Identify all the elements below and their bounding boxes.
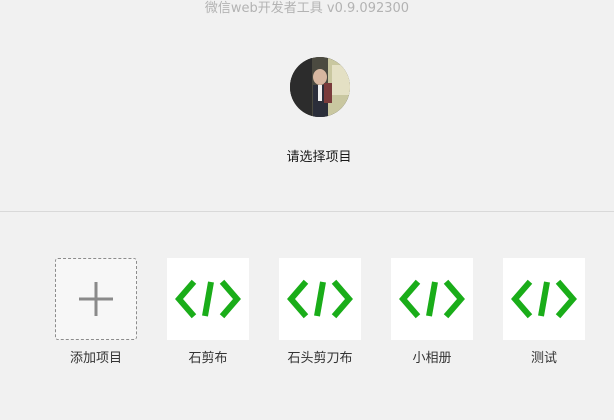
window-title: 微信web开发者工具 v0.9.092300: [204, 1, 410, 16]
project-list: 添加项目 石剪布 石头剪刀布 小相册 测试: [0, 257, 614, 377]
project-tile[interactable]: [279, 258, 361, 340]
project-label: 测试: [530, 351, 557, 366]
app-window: 微信web开发者工具 v0.9.092300 请选择项目 添加项目 石剪布 石头…: [0, 0, 614, 420]
avatar-photo-icon: [290, 57, 350, 117]
project-tile[interactable]: [167, 258, 249, 340]
code-icon: [175, 279, 241, 319]
project-label: 小相册: [412, 351, 452, 366]
add-project-label: 添加项目: [69, 351, 122, 366]
plus-icon: [79, 282, 113, 316]
project-label: 石剪布: [188, 351, 228, 366]
code-icon: [511, 279, 577, 319]
code-icon: [399, 279, 465, 319]
add-project-tile[interactable]: [55, 258, 137, 340]
project-tile[interactable]: [503, 258, 585, 340]
project-label: 石头剪刀布: [287, 351, 353, 366]
section-divider: [0, 211, 614, 212]
project-tile[interactable]: [391, 258, 473, 340]
select-project-prompt: 请选择项目: [286, 150, 352, 165]
code-icon: [287, 279, 353, 319]
user-avatar[interactable]: [290, 57, 350, 117]
